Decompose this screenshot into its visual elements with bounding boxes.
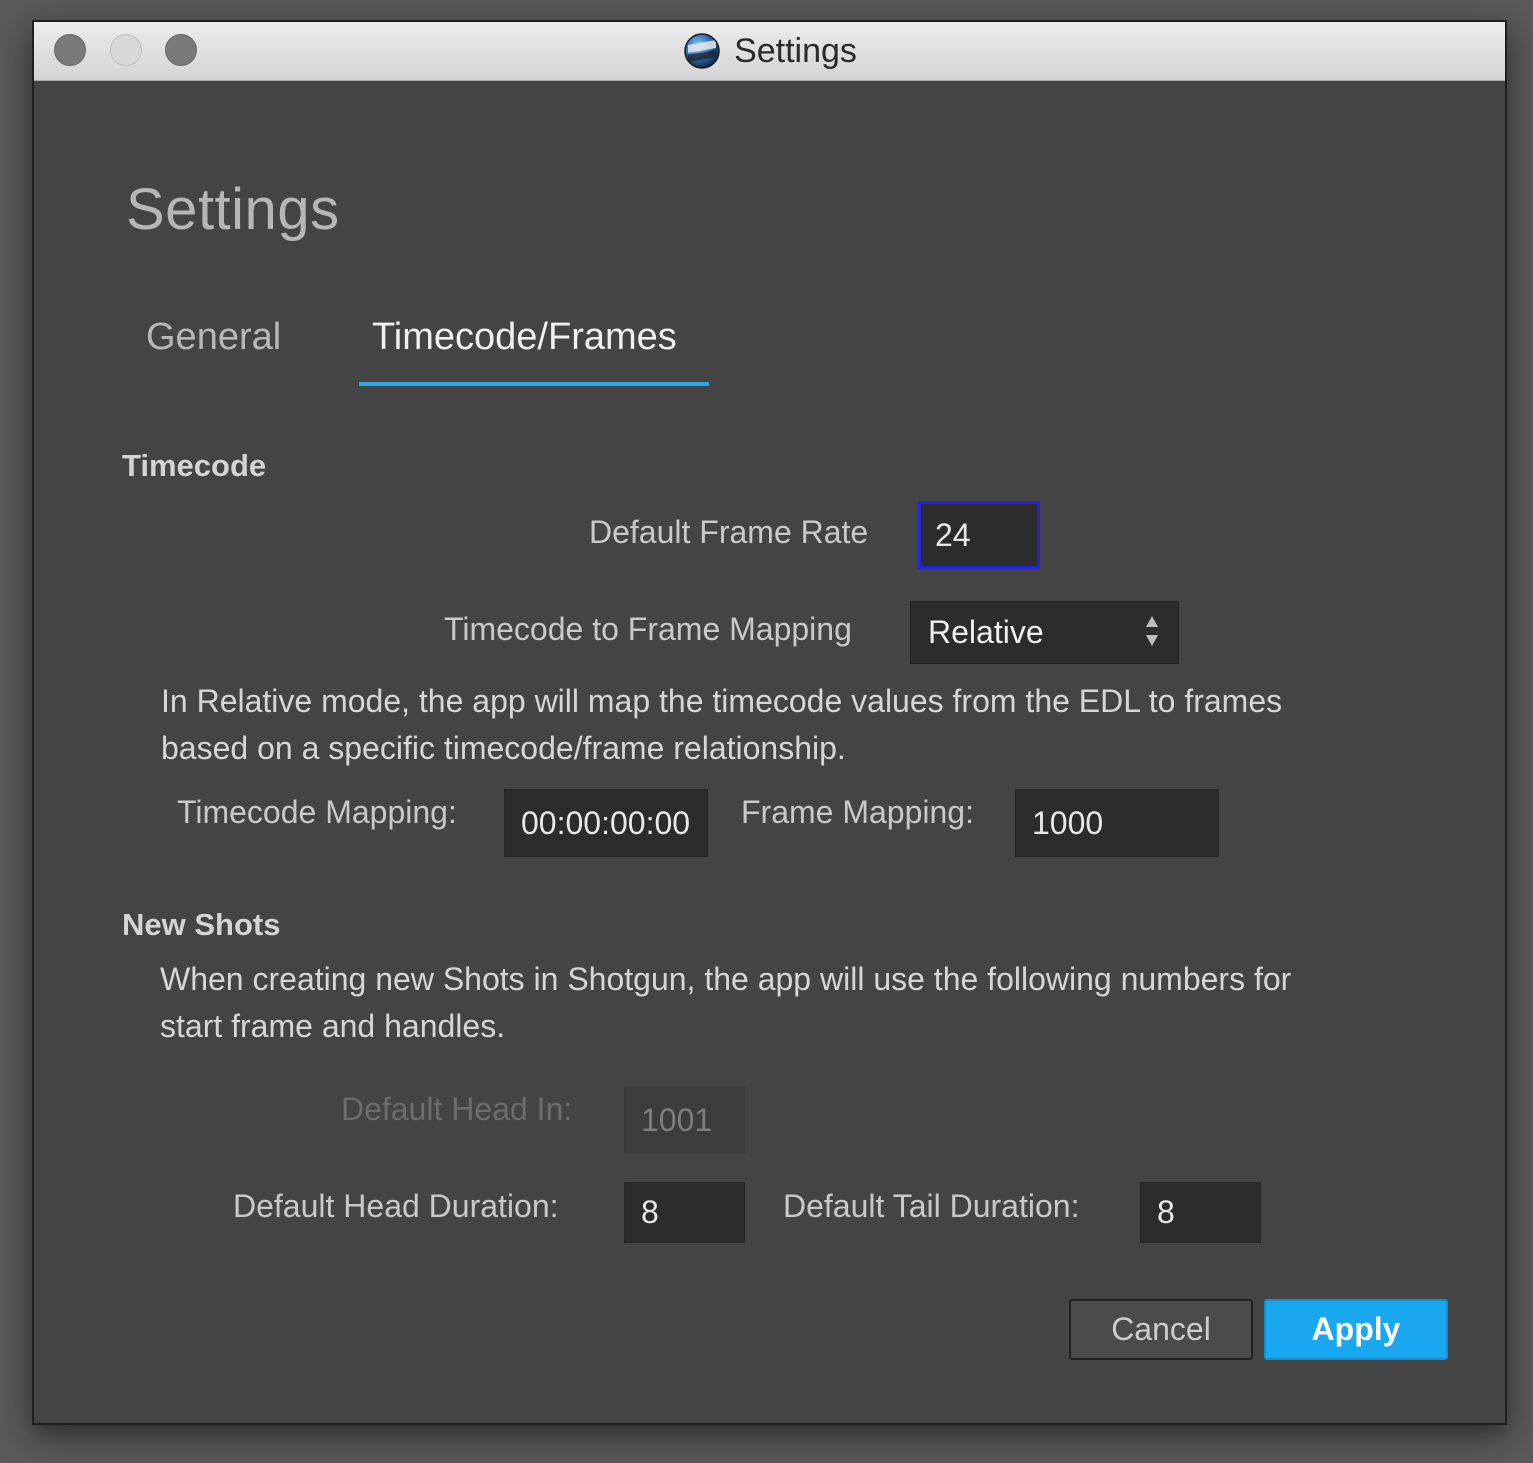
title-bar[interactable]: Settings — [34, 22, 1505, 81]
timecode-to-frame-mapping-select[interactable]: Relative — [910, 601, 1179, 664]
section-title-timecode: Timecode — [122, 448, 267, 483]
default-head-in-input — [624, 1087, 745, 1153]
window-title: Settings — [734, 31, 857, 70]
title-group: Settings — [34, 22, 1505, 80]
frame-mapping-label: Frame Mapping: — [741, 794, 974, 830]
default-frame-rate-input[interactable] — [918, 501, 1040, 569]
default-tail-duration-input[interactable] — [1140, 1182, 1261, 1243]
relative-mode-description: In Relative mode, the app will map the t… — [161, 678, 1282, 772]
default-head-in-label: Default Head In: — [341, 1091, 573, 1127]
apply-button[interactable]: Apply — [1264, 1299, 1448, 1360]
default-frame-rate-label: Default Frame Rate — [589, 514, 869, 550]
relative-mode-description-line1: In Relative mode, the app will map the t… — [161, 683, 1283, 719]
default-head-duration-label: Default Head Duration: — [233, 1188, 559, 1224]
tab-timecode-frames[interactable]: Timecode/Frames — [372, 312, 677, 363]
frame-mapping-input[interactable] — [1015, 789, 1219, 857]
timecode-mapping-label: Timecode Mapping: — [177, 794, 457, 830]
select-arrows-icon — [1146, 616, 1158, 646]
page-title: Settings — [126, 177, 340, 242]
settings-window: Settings Settings General Timecode/Frame… — [32, 20, 1507, 1425]
new-shots-description-line2: start frame and handles. — [160, 1008, 506, 1044]
tab-general[interactable]: General — [146, 312, 281, 363]
timecode-mapping-input[interactable] — [504, 789, 708, 857]
default-tail-duration-label: Default Tail Duration: — [783, 1188, 1080, 1224]
timecode-to-frame-mapping-label: Timecode to Frame Mapping — [444, 611, 852, 647]
default-head-duration-input[interactable] — [624, 1182, 745, 1243]
mapping-select-value: Relative — [928, 614, 1044, 650]
settings-content: Settings General Timecode/Frames Timecod… — [34, 80, 1505, 1423]
relative-mode-description-line2: based on a specific timecode/frame relat… — [161, 730, 846, 766]
new-shots-description-line1: When creating new Shots in Shotgun, the … — [160, 961, 1292, 997]
shotgun-app-icon — [684, 33, 720, 69]
new-shots-description: When creating new Shots in Shotgun, the … — [160, 956, 1291, 1050]
active-tab-indicator — [359, 382, 709, 386]
cancel-button[interactable]: Cancel — [1069, 1299, 1253, 1360]
section-title-new-shots: New Shots — [122, 907, 281, 942]
